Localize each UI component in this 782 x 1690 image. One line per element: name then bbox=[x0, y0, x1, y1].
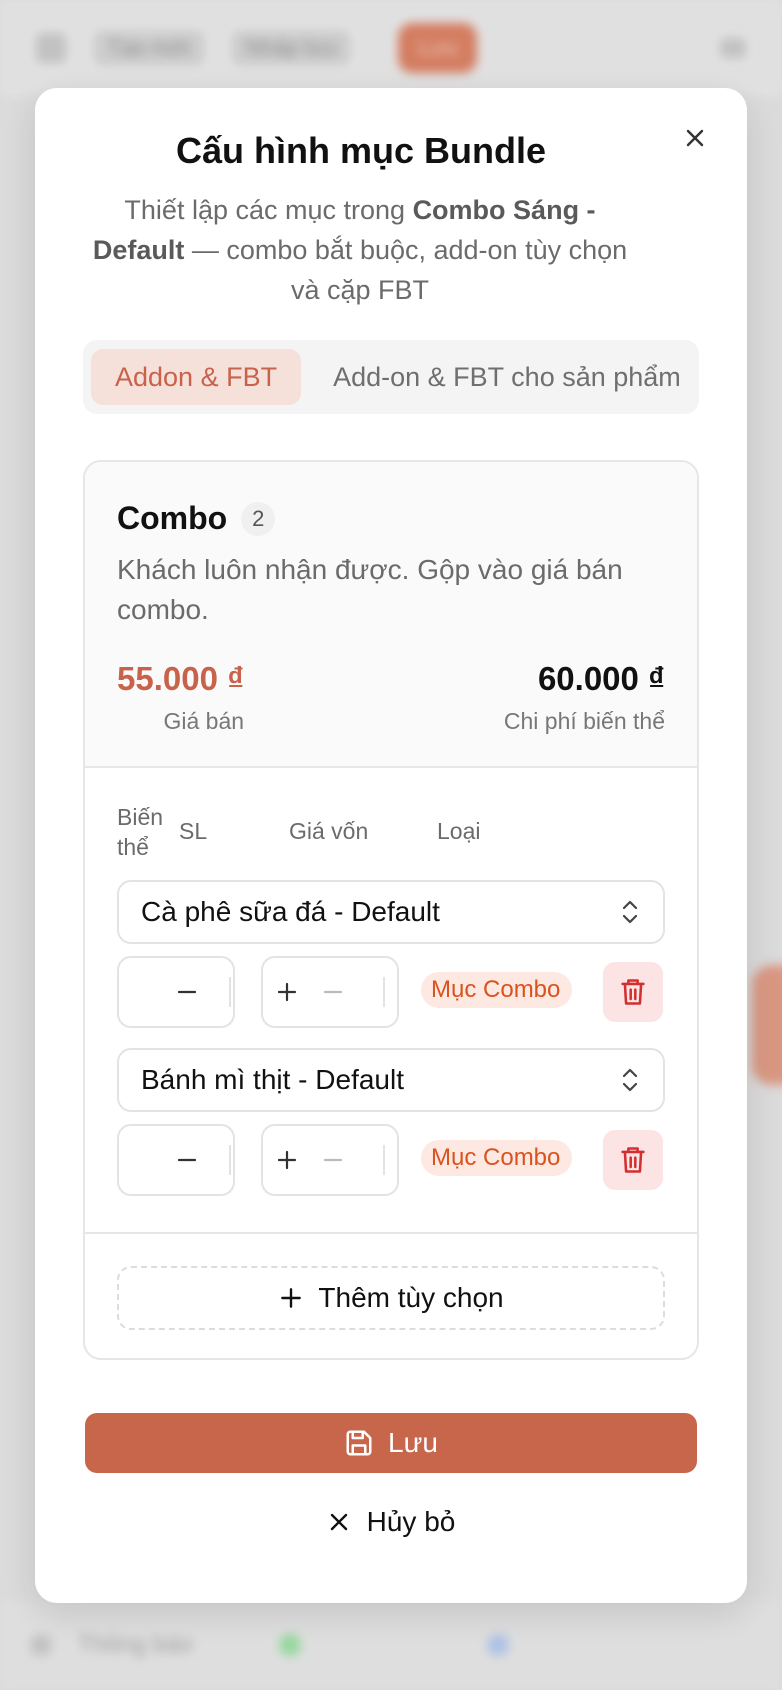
minus-icon bbox=[323, 1158, 343, 1162]
type-badge-label: Mục Combo bbox=[431, 976, 561, 1003]
stepper-divider bbox=[383, 977, 385, 1007]
cancel-button[interactable]: Hủy bỏ bbox=[85, 1492, 697, 1552]
increase-button[interactable] bbox=[269, 1142, 305, 1178]
cost-stepper[interactable] bbox=[261, 1124, 399, 1196]
tab-addon-fbt[interactable]: Addon & FBT bbox=[91, 349, 302, 405]
trash-icon bbox=[621, 979, 645, 1005]
decrease-button[interactable] bbox=[169, 974, 205, 1010]
variant-cost-block: 60.000 ₫ Chi phí biến thể bbox=[504, 660, 665, 735]
subtitle-text-end: — combo bắt buộc, add-on tùy chọn và cặp… bbox=[184, 235, 628, 305]
minus-icon bbox=[323, 990, 343, 994]
modal-subtitle: Thiết lập các mục trong Combo Sáng - Def… bbox=[90, 190, 630, 310]
table-header: Biến thể SL Giá vốn Loại bbox=[117, 802, 677, 862]
variant-select-value: Cà phê sữa đá - Default bbox=[141, 896, 440, 927]
delete-item-button[interactable] bbox=[603, 962, 663, 1022]
sell-price-label: Giá bán bbox=[163, 708, 245, 734]
column-header-cost: Giá vốn bbox=[289, 818, 369, 844]
save-icon bbox=[346, 1430, 372, 1456]
variant-select-value: Bánh mì thịt - Default bbox=[141, 1064, 405, 1095]
chevron-up-down-icon bbox=[622, 900, 638, 924]
combo-card: Combo 2 Khách luôn nhận được. Gộp vào gi… bbox=[83, 460, 699, 1360]
subtitle-text: Thiết lập các mục trong bbox=[124, 195, 413, 225]
add-option-label: Thêm tùy chọn bbox=[318, 1282, 504, 1313]
decrease-button[interactable] bbox=[315, 974, 351, 1010]
cancel-label: Hủy bỏ bbox=[366, 1506, 456, 1537]
combo-title-text: Combo bbox=[117, 500, 228, 536]
sell-price-value: 55.000 ₫ bbox=[117, 660, 245, 697]
increase-button[interactable] bbox=[269, 974, 305, 1010]
decrease-button[interactable] bbox=[315, 1142, 351, 1178]
column-header-type: Loại bbox=[437, 818, 481, 844]
save-button[interactable]: Lưu bbox=[85, 1413, 697, 1473]
cost-stepper[interactable] bbox=[261, 956, 399, 1028]
sell-price-block: 55.000 ₫ Giá bán bbox=[117, 660, 244, 735]
tab-bar: Addon & FBT Add-on & FBT cho sản phẩm bbox=[83, 340, 699, 414]
minus-icon bbox=[177, 1158, 197, 1162]
stepper-divider bbox=[229, 1145, 231, 1175]
plus-icon bbox=[277, 982, 297, 1002]
type-badge-label: Mục Combo bbox=[431, 1144, 561, 1171]
bundle-config-modal: Cấu hình mục Bundle Thiết lập các mục tr… bbox=[35, 88, 747, 1603]
stepper-divider bbox=[229, 977, 231, 1007]
section-divider bbox=[85, 1232, 697, 1234]
modal-title: Cấu hình mục Bundle bbox=[175, 130, 546, 171]
save-label: Lưu bbox=[388, 1427, 438, 1458]
combo-count-badge: 2 bbox=[241, 501, 276, 536]
tab-product-addon-fbt[interactable]: Add-on & FBT cho sản phẩm bbox=[333, 349, 681, 405]
column-header-qty: SL bbox=[179, 818, 208, 844]
plus-icon bbox=[281, 1288, 302, 1308]
combo-card-header: Combo 2 Khách luôn nhận được. Gộp vào gi… bbox=[85, 462, 697, 768]
close-icon bbox=[330, 1513, 347, 1531]
quantity-stepper[interactable] bbox=[117, 956, 235, 1028]
combo-description: Khách luôn nhận được. Gộp vào giá bán co… bbox=[117, 554, 623, 625]
minus-icon bbox=[177, 990, 197, 994]
column-header-variant: Biến thể bbox=[117, 804, 164, 860]
quantity-stepper[interactable] bbox=[117, 1124, 235, 1196]
type-badge: Mục Combo bbox=[421, 972, 573, 1008]
type-badge: Mục Combo bbox=[421, 1140, 573, 1176]
combo-title: Combo 2 bbox=[117, 500, 276, 537]
variant-cost-value: 60.000 ₫ bbox=[537, 660, 665, 697]
add-option-button[interactable]: Thêm tùy chọn bbox=[117, 1266, 665, 1330]
plus-icon bbox=[277, 1150, 297, 1170]
delete-item-button[interactable] bbox=[603, 1130, 663, 1190]
variant-cost-label: Chi phí biến thể bbox=[503, 708, 665, 734]
decrease-button[interactable] bbox=[169, 1142, 205, 1178]
stepper-divider bbox=[383, 1145, 385, 1175]
variant-select[interactable]: Bánh mì thịt - Default bbox=[117, 1048, 665, 1112]
chevron-up-down-icon bbox=[622, 1068, 638, 1092]
variant-select[interactable]: Cà phê sữa đá - Default bbox=[117, 880, 665, 944]
trash-icon bbox=[621, 1147, 645, 1173]
